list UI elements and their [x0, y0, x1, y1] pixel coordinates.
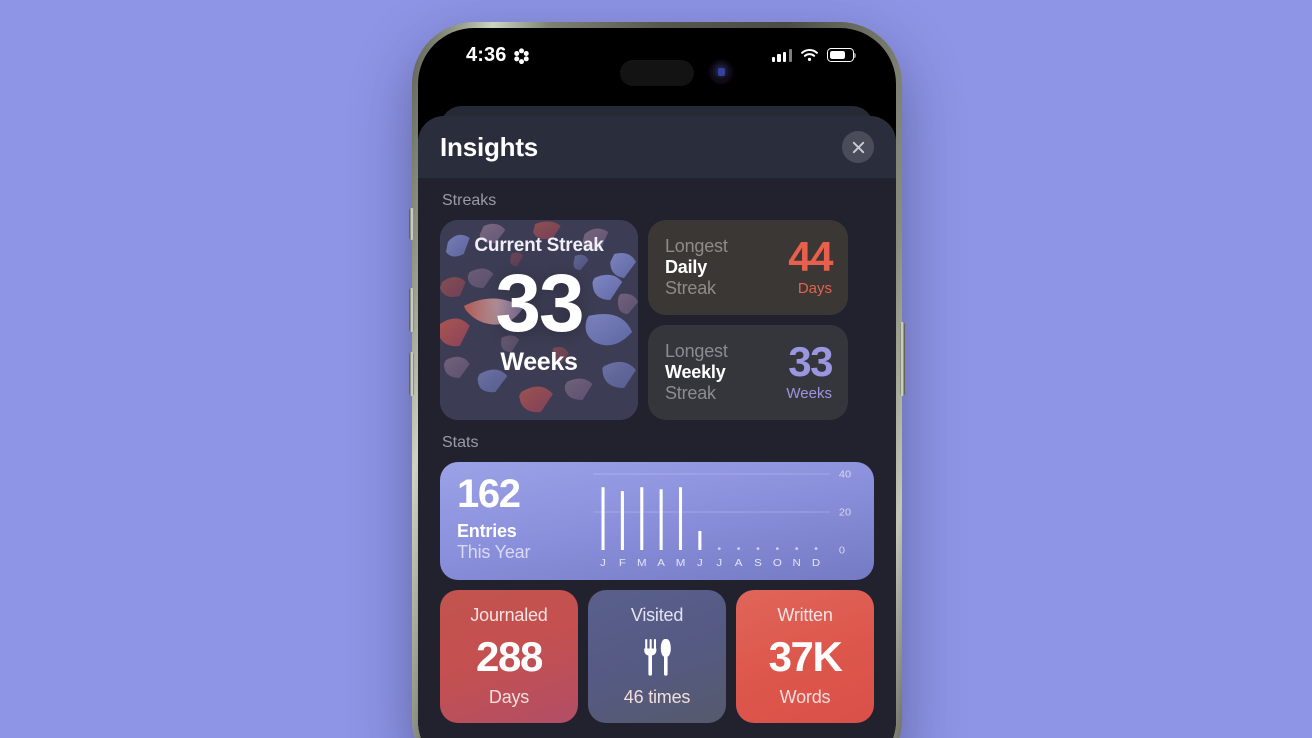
- svg-text:J: J: [697, 557, 703, 568]
- svg-text:M: M: [676, 557, 686, 568]
- streaks-group: Current Streak 33 Weeks Longest Daily St…: [440, 220, 874, 420]
- svg-text:O: O: [773, 557, 782, 568]
- section-label-stats: Stats: [442, 434, 479, 451]
- longest-streak-group: Longest Daily Streak 44 Days Longest Wee…: [648, 220, 848, 420]
- bar-chart-svg: 02040J F M A M J J A S O N D: [593, 470, 851, 569]
- current-streak-label: Current Streak: [474, 235, 604, 256]
- entries-bar-chart: 0 20 40 J F M A M J J A S O N D: [578, 462, 874, 580]
- visited-footer: 46 times: [623, 687, 691, 707]
- insights-sheet: Insights Streaks Current Streak 33 Weeks…: [418, 116, 896, 738]
- close-icon: [852, 141, 864, 153]
- flower-icon: [514, 48, 530, 64]
- written-value: 37K: [768, 632, 843, 680]
- status-bar-left: 4:36: [466, 44, 530, 67]
- visited-caption: Visited: [630, 605, 684, 625]
- longest-weekly-value: 33: [788, 338, 833, 386]
- sheet-body: Streaks Current Streak 33 Weeks Longest …: [418, 178, 896, 738]
- entries-label-line1: Entries: [457, 520, 517, 541]
- svg-text:M: M: [637, 557, 647, 568]
- longest-daily-line2: Daily: [665, 256, 708, 277]
- longest-daily-line3: Streak: [665, 278, 716, 299]
- svg-text:F: F: [619, 557, 626, 568]
- written-footer: Words: [779, 687, 831, 707]
- entries-summary: 162 Entries This Year: [440, 462, 578, 580]
- entries-label-line2: This Year: [457, 541, 531, 562]
- longest-daily-label: Longest Daily Streak: [665, 236, 728, 300]
- cellular-signal-icon: [771, 48, 792, 62]
- screenshot-root: 4:36 Insights Streaks Current Streak 33 …: [0, 0, 1312, 738]
- close-button[interactable]: [842, 131, 874, 163]
- entries-chart-card[interactable]: 162 Entries This Year 0 20 40 J F M A M J J A S O N D: [440, 462, 874, 580]
- svg-text:J: J: [716, 557, 722, 568]
- volume-up-button[interactable]: [409, 288, 414, 332]
- longest-weekly-streak-card[interactable]: Longest Weekly Streak 33 Weeks: [648, 325, 848, 420]
- wifi-icon: [801, 49, 818, 61]
- action-button[interactable]: [409, 208, 414, 240]
- longest-weekly-unit: Weeks: [786, 384, 832, 402]
- entries-count: 162: [457, 472, 521, 516]
- svg-text:A: A: [735, 557, 743, 568]
- cutlery-icon: [644, 638, 671, 676]
- longest-weekly-stat: 33 Weeks: [786, 338, 833, 402]
- svg-text:20: 20: [839, 508, 851, 518]
- current-streak-unit: Weeks: [500, 347, 578, 376]
- battery-icon: [827, 48, 857, 62]
- current-streak-card[interactable]: Current Streak 33 Weeks: [440, 220, 638, 420]
- journaled-footer: Days: [488, 687, 530, 707]
- iphone-device-frame: 4:36 Insights Streaks Current Streak 33 …: [409, 22, 905, 738]
- longest-daily-stat: 44 Days: [788, 233, 833, 297]
- written-caption: Written: [777, 605, 833, 625]
- phone-screen: 4:36 Insights Streaks Current Streak 33 …: [418, 28, 896, 738]
- svg-text:A: A: [657, 557, 665, 568]
- longest-weekly-line3: Streak: [665, 383, 716, 404]
- svg-text:N: N: [793, 557, 801, 568]
- journaled-tile[interactable]: Journaled 288 Days: [440, 590, 578, 723]
- longest-daily-line1: Longest: [665, 235, 728, 256]
- status-bar-right: [771, 48, 857, 62]
- page-title: Insights: [440, 131, 539, 162]
- power-button[interactable]: [900, 322, 905, 396]
- written-tile[interactable]: Written 37K Words: [736, 590, 874, 723]
- svg-text:S: S: [754, 557, 762, 568]
- journaled-caption: Journaled: [470, 605, 548, 625]
- status-bar: 4:36: [418, 28, 896, 90]
- svg-text:0: 0: [839, 546, 845, 556]
- sheet-header: Insights: [418, 116, 896, 178]
- status-bar-time: 4:36: [466, 44, 507, 66]
- longest-weekly-label: Longest Weekly Streak: [665, 341, 728, 405]
- longest-daily-streak-card[interactable]: Longest Daily Streak 44 Days: [648, 220, 848, 315]
- volume-down-button[interactable]: [409, 352, 414, 396]
- section-label-streaks: Streaks: [442, 192, 497, 209]
- svg-text:D: D: [812, 557, 820, 568]
- journaled-value: 288: [476, 632, 543, 680]
- svg-text:40: 40: [839, 470, 851, 480]
- current-streak-value: 33: [495, 258, 584, 349]
- longest-weekly-line1: Longest: [665, 340, 728, 361]
- longest-daily-unit: Days: [797, 279, 832, 297]
- longest-daily-value: 44: [788, 233, 833, 281]
- stats-tiles-group: Journaled 288 Days Visited 46 times Writ…: [440, 590, 874, 723]
- longest-weekly-line2: Weekly: [665, 361, 726, 382]
- svg-text:J: J: [600, 557, 606, 568]
- visited-tile[interactable]: Visited 46 times: [588, 590, 726, 723]
